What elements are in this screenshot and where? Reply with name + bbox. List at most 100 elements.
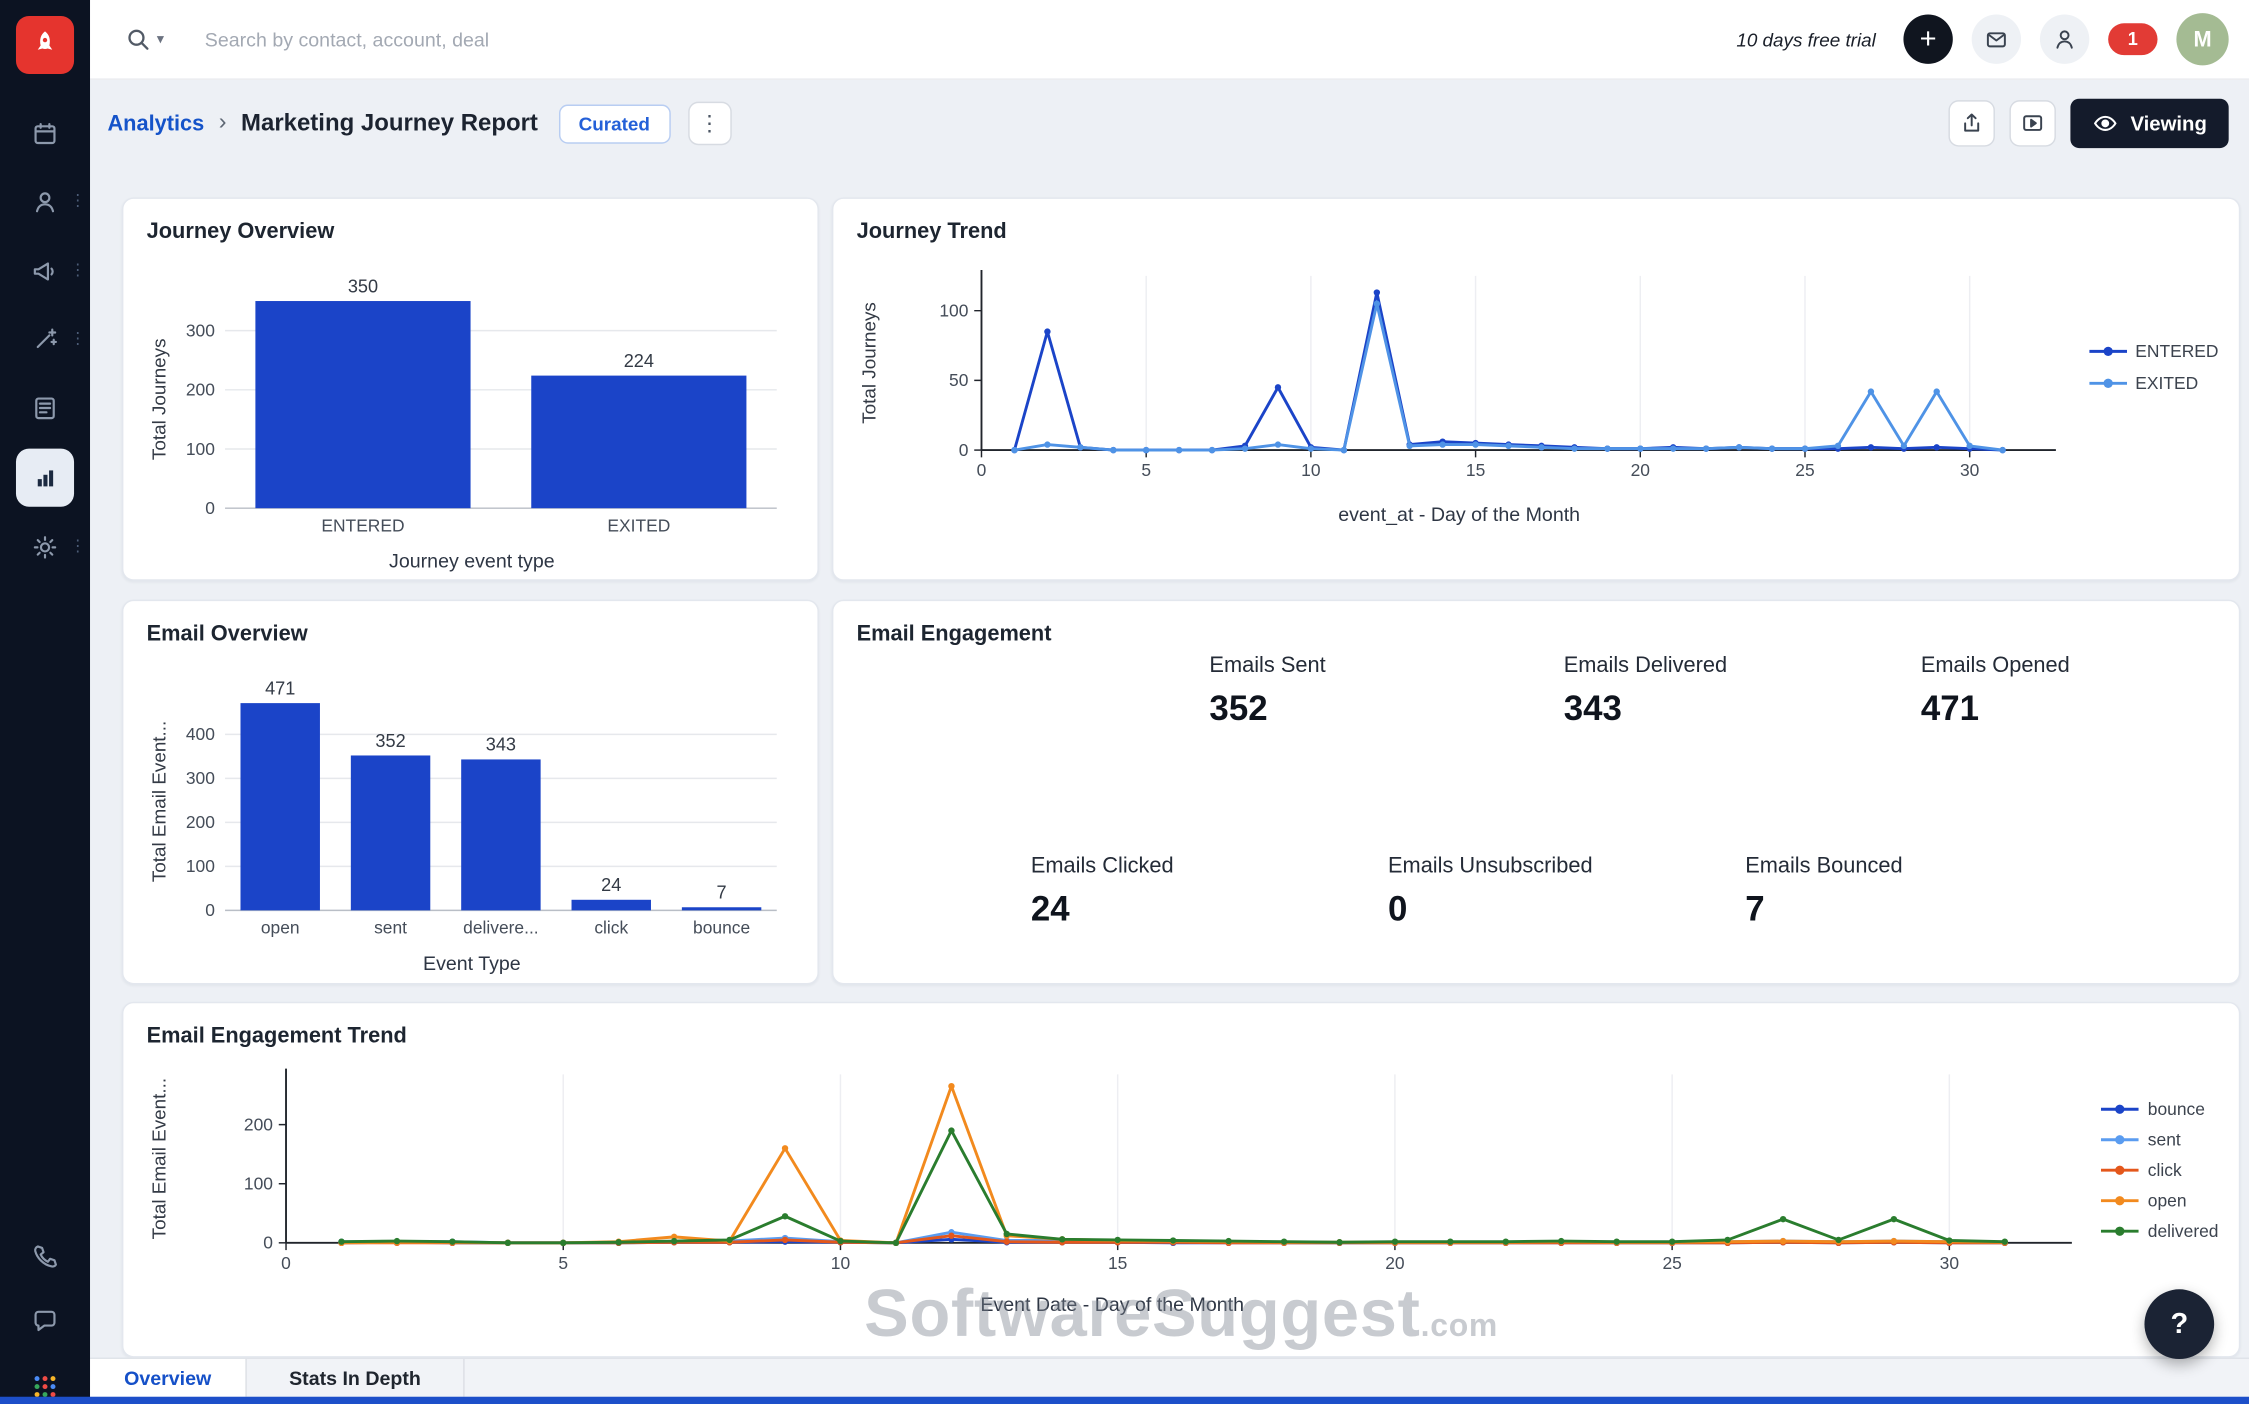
app-logo[interactable] bbox=[16, 16, 74, 74]
share-icon bbox=[1959, 110, 1985, 136]
kpi-emails-clicked: Emails Clicked 24 bbox=[1031, 854, 1174, 931]
active-nav-highlight bbox=[16, 449, 74, 507]
legend-item-open[interactable]: open bbox=[2101, 1191, 2218, 1211]
sidebar-item-settings[interactable] bbox=[0, 518, 90, 576]
svg-text:50: 50 bbox=[949, 370, 968, 390]
svg-text:15: 15 bbox=[1466, 460, 1485, 480]
legend-item-delivered[interactable]: delivered bbox=[2101, 1221, 2218, 1241]
legend-item-bounce[interactable]: bounce bbox=[2101, 1099, 2218, 1119]
svg-text:30: 30 bbox=[1940, 1253, 1959, 1273]
kebab-icon: ⋮ bbox=[699, 110, 721, 136]
x-axis-label: Event Date - Day of the Month bbox=[147, 1294, 2078, 1316]
svg-text:open: open bbox=[261, 918, 300, 938]
bottom-accent-bar bbox=[0, 1397, 2249, 1404]
sidebar-item-campaigns[interactable] bbox=[0, 242, 90, 300]
legend-swatch-icon bbox=[2101, 1132, 2139, 1147]
item-options-icon bbox=[70, 332, 86, 348]
legend-item-EXITED[interactable]: EXITED bbox=[2089, 373, 2219, 393]
svg-text:0: 0 bbox=[281, 1253, 291, 1273]
item-options-icon bbox=[70, 539, 86, 555]
email-engagement-trend-card: Email Engagement Trend 01002000510152025… bbox=[122, 1002, 2240, 1358]
search-input[interactable] bbox=[205, 28, 829, 50]
svg-text:300: 300 bbox=[186, 320, 215, 340]
create-button[interactable]: + bbox=[1903, 15, 1952, 64]
svg-text:0: 0 bbox=[959, 440, 969, 460]
report-tabbar: Overview Stats In Depth bbox=[90, 1358, 2249, 1397]
svg-text:10: 10 bbox=[1301, 460, 1320, 480]
notification-badge[interactable]: 1 bbox=[2108, 23, 2157, 55]
sidebar-item-chat[interactable] bbox=[0, 1292, 90, 1350]
email-button[interactable] bbox=[1972, 15, 2021, 64]
sidebar-item-calls[interactable] bbox=[0, 1227, 90, 1285]
svg-text:Total Journeys: Total Journeys bbox=[858, 302, 879, 424]
legend-swatch-icon bbox=[2101, 1102, 2139, 1117]
help-button[interactable]: ? bbox=[2144, 1289, 2214, 1359]
curated-badge: Curated bbox=[558, 104, 670, 143]
chat-bubble-icon bbox=[30, 1307, 59, 1336]
x-axis-label: Event Type bbox=[147, 952, 797, 974]
kpi-emails-delivered: Emails Delivered 343 bbox=[1564, 653, 1727, 730]
present-button[interactable] bbox=[2010, 100, 2056, 146]
tab-stats-in-depth[interactable]: Stats In Depth bbox=[247, 1359, 465, 1397]
magic-wand-icon bbox=[30, 325, 59, 354]
report-header: Analytics › Marketing Journey Report Cur… bbox=[90, 80, 2249, 167]
svg-text:100: 100 bbox=[244, 1174, 273, 1194]
kpi-emails-unsubscribed: Emails Unsubscribed 0 bbox=[1388, 854, 1593, 931]
legend-label: ENTERED bbox=[2135, 341, 2218, 361]
svg-text:0: 0 bbox=[977, 460, 987, 480]
legend-item-sent[interactable]: sent bbox=[2101, 1130, 2218, 1150]
svg-text:Total Email Event...: Total Email Event... bbox=[149, 1078, 170, 1239]
chevron-right-icon: › bbox=[219, 110, 227, 136]
svg-text:25: 25 bbox=[1795, 460, 1814, 480]
svg-text:ENTERED: ENTERED bbox=[321, 515, 404, 535]
sidebar-item-templates[interactable] bbox=[0, 379, 90, 437]
megaphone-icon bbox=[30, 257, 59, 286]
legend-item-click[interactable]: click bbox=[2101, 1160, 2218, 1180]
email-engagement-card: Email Engagement Emails Sent 352 Emails … bbox=[832, 600, 2240, 985]
svg-text:0: 0 bbox=[205, 498, 215, 518]
eye-icon bbox=[2093, 112, 2119, 135]
search-icon bbox=[125, 26, 151, 52]
svg-text:Total Email Event...: Total Email Event... bbox=[149, 721, 170, 882]
mail-icon bbox=[1983, 26, 2009, 52]
svg-text:click: click bbox=[594, 918, 628, 938]
user-avatar[interactable]: M bbox=[2176, 13, 2228, 65]
app-window: ▾ 10 days free trial + 1 M Analytics bbox=[0, 0, 2249, 1404]
legend-label: sent bbox=[2148, 1130, 2181, 1150]
svg-text:100: 100 bbox=[939, 301, 968, 321]
plus-icon: + bbox=[1920, 25, 1937, 54]
sidebar-item-calendar[interactable] bbox=[0, 105, 90, 163]
bar-chart-icon bbox=[30, 463, 59, 492]
kpi-emails-sent: Emails Sent 352 bbox=[1209, 653, 1325, 730]
svg-text:352: 352 bbox=[375, 731, 405, 751]
export-button[interactable] bbox=[1949, 100, 1995, 146]
svg-text:20: 20 bbox=[1631, 460, 1650, 480]
search-caret-icon[interactable]: ▾ bbox=[157, 31, 164, 47]
report-options-button[interactable]: ⋮ bbox=[688, 102, 732, 146]
sidebar-item-automation[interactable] bbox=[0, 311, 90, 369]
assistant-button[interactable] bbox=[2040, 15, 2089, 64]
legend-item-ENTERED[interactable]: ENTERED bbox=[2089, 341, 2219, 361]
form-icon bbox=[30, 393, 59, 422]
sidebar-item-analytics[interactable] bbox=[0, 449, 90, 507]
svg-text:350: 350 bbox=[348, 276, 378, 296]
contacts-icon bbox=[30, 187, 59, 216]
kpi-emails-bounced: Emails Bounced 7 bbox=[1745, 854, 1902, 931]
viewing-button[interactable]: Viewing bbox=[2071, 99, 2229, 148]
sidebar-item-contacts[interactable] bbox=[0, 173, 90, 231]
global-search[interactable]: ▾ bbox=[125, 26, 829, 52]
email-engagement-trend-chart: 0100200051015202530Total Email Event... bbox=[147, 1060, 2078, 1289]
journey-trend-chart: 050100051015202530Total Journeys bbox=[857, 256, 2062, 500]
topbar-actions: 10 days free trial + 1 M bbox=[1736, 13, 2249, 65]
svg-text:10: 10 bbox=[831, 1253, 850, 1273]
card-title: Journey Overview bbox=[147, 219, 795, 244]
report-canvas: Journey Overview 0100200300350ENTERED224… bbox=[90, 167, 2249, 1358]
svg-text:471: 471 bbox=[265, 678, 295, 698]
card-title: Email Overview bbox=[147, 621, 795, 646]
breadcrumb-analytics[interactable]: Analytics bbox=[107, 111, 204, 136]
tab-overview[interactable]: Overview bbox=[90, 1359, 247, 1397]
item-options-icon bbox=[70, 264, 86, 280]
play-icon bbox=[2020, 110, 2046, 136]
legend-swatch-icon bbox=[2101, 1193, 2139, 1208]
svg-text:300: 300 bbox=[186, 768, 215, 788]
